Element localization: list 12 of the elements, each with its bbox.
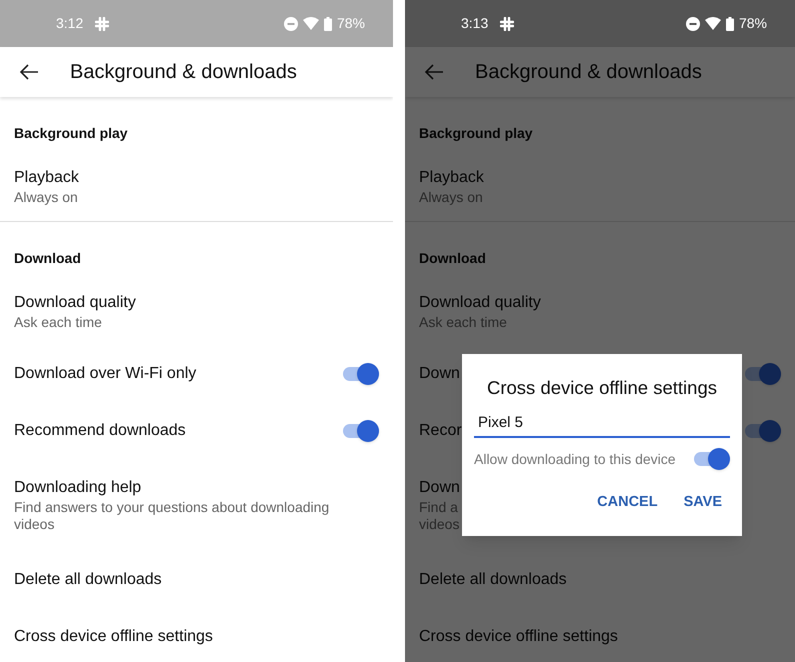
battery-percentage: 78% — [738, 14, 767, 33]
status-time: 3:13 — [461, 14, 488, 33]
section-header: Background play — [419, 125, 533, 141]
status-time: 3:12 — [56, 14, 84, 33]
screen-title: Background & downloads — [70, 60, 297, 85]
toggle-label: Allow downloading to this device — [474, 450, 676, 469]
dialog-title: Cross device offline settings — [486, 376, 718, 400]
section-header: Background play — [14, 125, 128, 141]
battery-percentage: 78% — [336, 14, 365, 33]
section-header: Download — [419, 250, 486, 266]
screen-title: Background & downloads — [475, 60, 702, 85]
section-header: Download — [14, 250, 81, 266]
